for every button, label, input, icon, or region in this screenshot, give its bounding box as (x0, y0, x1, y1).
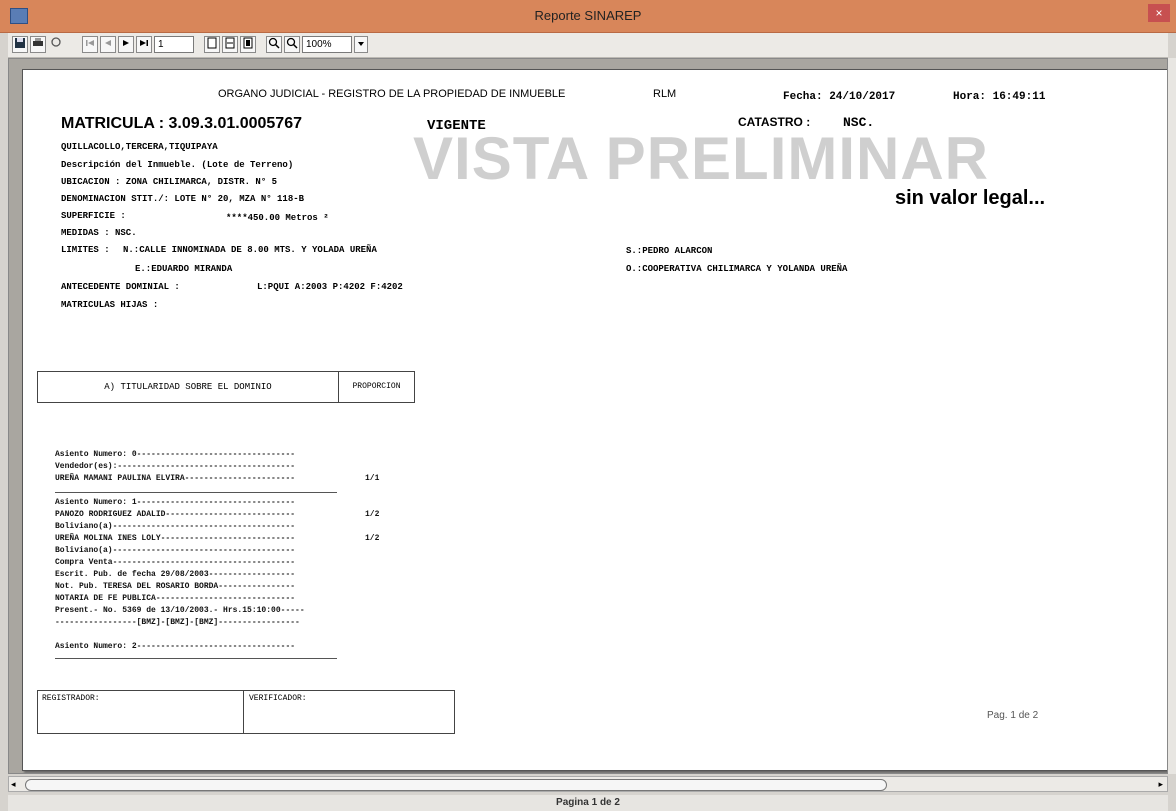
first-page-icon (86, 40, 94, 46)
limites-label: LIMITES : (61, 245, 110, 255)
refresh-icon (51, 37, 61, 47)
report-time: Hora: 16:49:11 (953, 91, 1046, 103)
limite-oeste: O.:COOPERATIVA CHILIMARCA Y YOLANDA UREÑ… (626, 264, 848, 274)
actual-size-button[interactable] (204, 36, 220, 53)
antecedente-label: ANTECEDENTE DOMINIAL : (61, 282, 180, 292)
last-page-button[interactable] (136, 36, 152, 53)
header-code: RLM (653, 88, 677, 100)
record-line: UREÑA MOLINA INES LOLY------------------… (55, 534, 296, 543)
last-page-icon (140, 40, 148, 46)
status-bar: Pagina 1 de 2 (8, 795, 1168, 811)
zoom-out-button[interactable] (284, 36, 300, 53)
fit-width-button[interactable] (222, 36, 238, 53)
separator-line (55, 492, 337, 493)
scroll-left-icon[interactable]: ◂ (11, 779, 16, 790)
page-number-input[interactable]: 1 (154, 36, 194, 53)
record-line: Boliviano(a)----------------------------… (55, 546, 296, 555)
record-line: UREÑA MAMANI PAULINA ELVIRA-------------… (55, 474, 296, 483)
antecedente-value: L:PQUI A:2003 P:4202 F:4202 (257, 282, 403, 292)
next-page-icon (123, 40, 129, 46)
matricula: MATRICULA : 3.09.3.01.0005767 (61, 115, 302, 132)
limite-sur: S.:PEDRO ALARCON (626, 246, 713, 256)
record-line: Asiento Numero: 1-----------------------… (55, 498, 296, 507)
record-proportion: 1/1 (365, 474, 380, 483)
reload-button[interactable] (48, 36, 64, 53)
limite-norte: N.:CALLE INNOMINADA DE 8.00 MTS. Y YOLAD… (123, 245, 377, 255)
superficie-label: SUPERFICIE : (61, 211, 126, 221)
scroll-right-icon[interactable]: ▸ (1158, 779, 1163, 790)
vertical-scrollbar[interactable] (1168, 58, 1176, 774)
record-proportion: 1/2 (365, 534, 380, 543)
zoom-out-icon (286, 37, 298, 49)
zoom-dropdown-button[interactable] (354, 36, 368, 53)
titularidad-header-box: A) TITULARIDAD SOBRE EL DOMINIO PROPORCI… (37, 371, 415, 403)
report-viewport[interactable]: ORGANO JUDICIAL - REGISTRO DE LA PROPIED… (8, 58, 1168, 774)
verificador-label: VERIFICADOR: (249, 694, 307, 703)
record-line: Not. Pub. TERESA DEL ROSARIO BORDA------… (55, 582, 296, 591)
close-button[interactable]: × (1148, 4, 1170, 22)
floppy-icon (15, 38, 25, 48)
fit-width-icon (225, 37, 235, 49)
zoom-select[interactable]: 100% (302, 36, 352, 53)
zoom-in-button[interactable] (266, 36, 282, 53)
horizontal-scrollbar[interactable]: ◂ ▸ (8, 776, 1168, 792)
separator-line (55, 658, 337, 659)
record-proportion: 1/2 (365, 510, 380, 519)
record-line: Compra Venta----------------------------… (55, 558, 296, 567)
record-line: NOTARIA DE FE PUBLICA-------------------… (55, 594, 296, 603)
record-line: Boliviano(a)----------------------------… (55, 522, 296, 531)
save-button[interactable] (12, 36, 28, 53)
matriculas-hijas: MATRICULAS HIJAS : (61, 300, 159, 310)
fit-page-button[interactable] (240, 36, 256, 53)
print-button[interactable] (30, 36, 46, 53)
window-title: Reporte SINAREP (534, 8, 642, 23)
record-line: Asiento Numero: 2-----------------------… (55, 642, 296, 651)
previous-page-icon (105, 40, 111, 46)
next-page-button[interactable] (118, 36, 134, 53)
medidas: MEDIDAS : NSC. (61, 228, 137, 238)
report-page: ORGANO JUDICIAL - REGISTRO DE LA PROPIED… (22, 69, 1167, 771)
report-toolbar: 1 100% (8, 33, 1168, 58)
property-description: Descripción del Inmueble. (Lote de Terre… (61, 160, 294, 170)
record-line: Asiento Numero: 0-----------------------… (55, 450, 296, 459)
page-indicator: Pag. 1 de 2 (987, 710, 1039, 721)
titularidad-header: A) TITULARIDAD SOBRE EL DOMINIO (38, 372, 339, 402)
ubicacion: UBICACION : ZONA CHILIMARCA, DISTR. N° 5 (61, 177, 278, 187)
printer-icon (33, 38, 43, 46)
preview-watermark: VISTA PRELIMINAR (413, 125, 990, 192)
record-line: PANOZO RODRIGUEZ ADALID-----------------… (55, 510, 296, 519)
record-line: Vendedor(es):---------------------------… (55, 462, 296, 471)
record-line: Escrit. Pub. de fecha 29/08/2003--------… (55, 570, 296, 579)
registrador-label: REGISTRADOR: (38, 691, 244, 733)
page-icon (207, 37, 217, 49)
first-page-button[interactable] (82, 36, 98, 53)
chevron-down-icon (358, 42, 364, 46)
record-line: Present.- No. 5369 de 13/10/2003.- Hrs.1… (55, 606, 305, 615)
limite-este: E.:EDUARDO MIRANDA (135, 264, 233, 274)
watermark-subtitle: sin valor legal... (895, 187, 1046, 209)
fit-page-icon (243, 37, 253, 49)
location: QUILLACOLLO,TERCERA,TIQUIPAYA (61, 142, 218, 152)
record-line: -----------------[BMZ]-[BMZ]-[BMZ]------… (55, 618, 300, 627)
horizontal-scroll-thumb[interactable] (25, 779, 887, 791)
proporcion-header: PROPORCION (352, 382, 401, 391)
previous-page-button[interactable] (100, 36, 116, 53)
header-organization: ORGANO JUDICIAL - REGISTRO DE LA PROPIED… (218, 88, 566, 100)
window-titlebar: Reporte SINAREP × (0, 0, 1176, 33)
denominacion: DENOMINACION STIT./: LOTE N° 20, MZA N° … (61, 194, 305, 204)
report-date: Fecha: 24/10/2017 (783, 91, 896, 103)
signature-box: REGISTRADOR: VERIFICADOR: (37, 690, 455, 734)
superficie-value: ****450.00 Metros ² (226, 213, 329, 223)
zoom-in-icon (268, 37, 280, 49)
